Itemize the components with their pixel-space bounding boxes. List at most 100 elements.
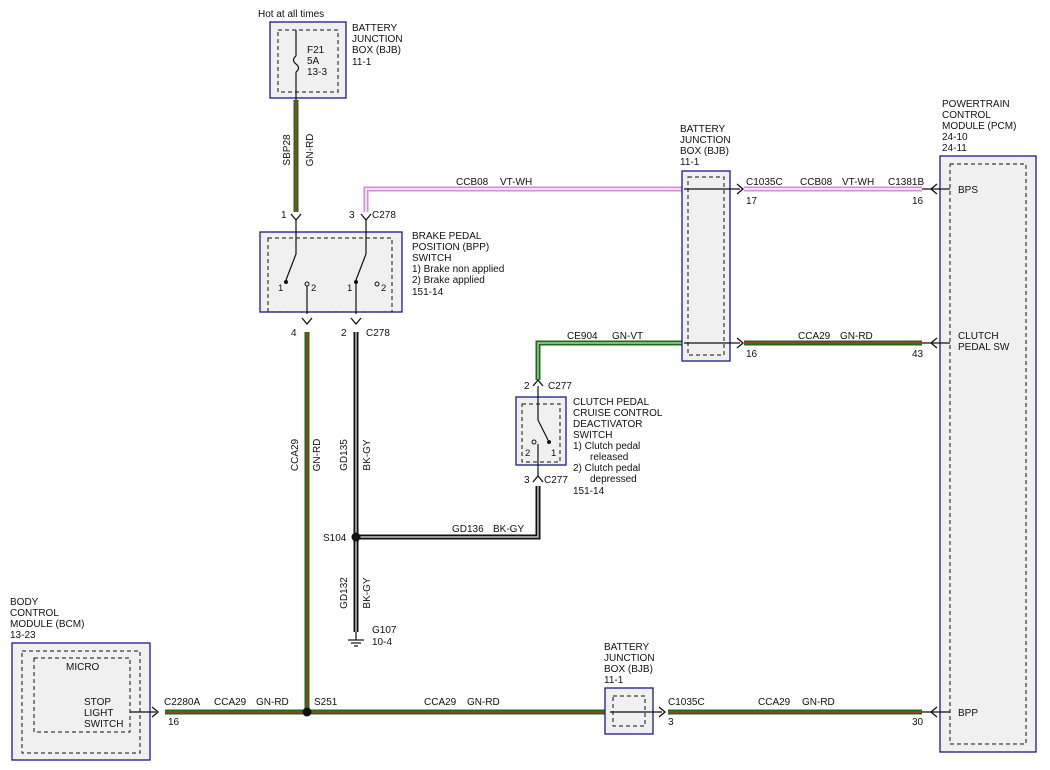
clutch-name-1: CLUTCH PEDAL bbox=[573, 397, 650, 408]
wire-ccb08-b-circuit: CCB08 bbox=[800, 177, 833, 188]
pcm-pin-bps: BPS bbox=[958, 185, 978, 196]
bpp-pin-label-2b: 2 bbox=[381, 283, 386, 294]
pcm-name-3: MODULE (PCM) bbox=[942, 121, 1016, 132]
bpp-name-2: POSITION (BPP) bbox=[412, 242, 489, 253]
clutch-note-2: released bbox=[590, 452, 628, 463]
fuse-id: F21 bbox=[307, 45, 325, 56]
wire-cca29-bot-b-color: GN-RD bbox=[802, 697, 835, 708]
splice-s104-dot bbox=[351, 532, 361, 542]
bcm-pin-3: SWITCH bbox=[84, 719, 123, 730]
wire-cca29-bot-a-color: GN-RD bbox=[467, 697, 500, 708]
bpp-note-1: 1) Brake non applied bbox=[412, 264, 504, 275]
bjb-mid-name-2: JUNCTION bbox=[680, 135, 731, 146]
clutch-note-3: 2) Clutch pedal bbox=[573, 463, 640, 474]
bjb-bottom-pin-3: 3 bbox=[668, 717, 674, 728]
bjb-bottom-name-4: 11-1 bbox=[604, 675, 624, 686]
clutch-note-1: 1) Clutch pedal bbox=[573, 441, 640, 452]
wire-cca29-bcm-color: GN-RD bbox=[256, 697, 289, 708]
connector-c277-bottom: C277 bbox=[544, 475, 568, 486]
connector-c277-top: C277 bbox=[548, 381, 572, 392]
bpp-pin-1: 1 bbox=[281, 210, 287, 221]
wire-cca29-pcm-circuit: CCA29 bbox=[798, 331, 831, 342]
wire-ccb08-b-color: VT-WH bbox=[842, 177, 874, 188]
pcm-name-2: CONTROL bbox=[942, 110, 991, 121]
bjb-bottom: BATTERY JUNCTION BOX (BJB) 11-1 bbox=[604, 642, 667, 735]
clutch-pin-label-2: 2 bbox=[525, 448, 530, 459]
pcm-pin-16: 16 bbox=[912, 196, 924, 207]
pcm-pin-clutch-1: CLUTCH bbox=[958, 331, 999, 342]
bjb-top-name-2: JUNCTION bbox=[352, 34, 403, 45]
wire-ce904-color: GN-VT bbox=[612, 331, 643, 342]
connector-c1381b: C1381B bbox=[888, 177, 924, 188]
bpp-name-3: SWITCH bbox=[412, 253, 451, 264]
wire-ce904 bbox=[535, 340, 684, 380]
pcm-pin-30: 30 bbox=[912, 717, 924, 728]
wire-cca29-vert-color: GN-RD bbox=[312, 439, 323, 472]
wire-cca29-vert-circuit: CCA29 bbox=[290, 438, 301, 471]
bjb-top-name-1: BATTERY bbox=[352, 23, 398, 34]
wire-cca29-bot-b-circuit: CCA29 bbox=[758, 697, 791, 708]
wire-sbp28-circuit: SBP28 bbox=[282, 134, 293, 166]
wire-ccb08-a-circuit: CCB08 bbox=[456, 177, 489, 188]
pcm-name-1: POWERTRAIN bbox=[942, 99, 1010, 110]
bpp-pin-label-1a: 1 bbox=[278, 283, 283, 294]
connector-c278-top: C278 bbox=[372, 210, 396, 221]
clutch-switch: 2 1 CLUTCH PEDAL CRUISE CONTROL DEACTIVA… bbox=[515, 378, 663, 497]
bcm-pin-1: STOP bbox=[84, 697, 111, 708]
bpp-pin-2: 2 bbox=[341, 328, 347, 339]
ground-symbol bbox=[348, 632, 364, 647]
bpp-pin-label-1b: 1 bbox=[347, 283, 352, 294]
bjb-pin-17: 17 bbox=[746, 196, 758, 207]
bpp-pin-4: 4 bbox=[291, 328, 297, 339]
splice-s251-dot bbox=[302, 707, 312, 717]
bjb-bottom-name-3: BOX (BJB) bbox=[604, 664, 653, 675]
bcm-pin-2: LIGHT bbox=[84, 708, 113, 719]
wire-gd136-color: BK-GY bbox=[493, 524, 524, 535]
bpp-pin-3: 3 bbox=[349, 210, 355, 221]
wire-gd132-color: BK-GY bbox=[362, 577, 373, 608]
wire-gd135-color: BK-GY bbox=[362, 439, 373, 470]
clutch-note-4: depressed bbox=[590, 474, 637, 485]
bjb-mid-name-1: BATTERY bbox=[680, 124, 726, 135]
wire-gd135-circuit: GD135 bbox=[339, 439, 350, 471]
fuse-rating: 5A bbox=[307, 56, 320, 67]
wiring-diagram: F21 5A 13-3 Hot at all times BATTERY JUN… bbox=[10, 9, 1037, 761]
bcm-module: BODY CONTROL MODULE (BCM) 13-23 MICRO ST… bbox=[10, 597, 160, 761]
wire-ccb08-a-color: VT-WH bbox=[500, 177, 532, 188]
bjb-bottom-name-1: BATTERY bbox=[604, 642, 650, 653]
wire-ce904-circuit: CE904 bbox=[567, 331, 598, 342]
splice-s251: S251 bbox=[314, 697, 338, 708]
splice-s104: S104 bbox=[323, 533, 347, 544]
bjb-mid-name-3: BOX (BJB) bbox=[680, 146, 729, 157]
ground-ref: 10-4 bbox=[372, 637, 392, 648]
bcm-name-2: CONTROL bbox=[10, 608, 59, 619]
pcm-pin-bpp: BPP bbox=[958, 708, 978, 719]
bpp-switch: 1 2 1 2 BRAKE PEDAL POSITION (BPP) SWITC… bbox=[259, 213, 504, 326]
bjb-bottom-name-2: JUNCTION bbox=[604, 653, 655, 664]
pcm-pin-clutch-2: PEDAL SW bbox=[958, 342, 1010, 353]
wire-cca29-bot-a-circuit: CCA29 bbox=[424, 697, 457, 708]
bpp-pin-label-2a: 2 bbox=[311, 283, 316, 294]
wire-gd136-circuit: GD136 bbox=[452, 524, 484, 535]
bjb-top-name-3: BOX (BJB) bbox=[352, 45, 401, 56]
connector-c1035c-top: C1035C bbox=[746, 177, 783, 188]
wire-sbp28-color: GN-RD bbox=[305, 134, 316, 167]
bjb-mid-name-4: 11-1 bbox=[680, 157, 700, 168]
wire-gd132-circuit: GD132 bbox=[339, 577, 350, 609]
pcm-name-5: 24-11 bbox=[942, 143, 967, 154]
clutch-pin-3: 3 bbox=[524, 475, 530, 486]
bcm-name-3: MODULE (BCM) bbox=[10, 619, 84, 630]
bcm-micro: MICRO bbox=[66, 662, 100, 673]
connector-c2280a: C2280A bbox=[164, 697, 200, 708]
bpp-note-2: 2) Brake applied bbox=[412, 275, 485, 286]
wire-cca29-bcm-circuit: CCA29 bbox=[214, 697, 247, 708]
clutch-name-3: DEACTIVATOR bbox=[573, 419, 642, 430]
pcm-module: POWERTRAIN CONTROL MODULE (PCM) 24-10 24… bbox=[922, 99, 1037, 753]
bpp-note-3: 151-14 bbox=[412, 287, 444, 298]
bjb-top: F21 5A 13-3 Hot at all times BATTERY JUN… bbox=[258, 9, 403, 100]
clutch-note-5: 151-14 bbox=[573, 486, 605, 497]
bjb-pin-16: 16 bbox=[746, 349, 758, 360]
connector-c278-bottom: C278 bbox=[366, 328, 390, 339]
wire-cca29-pcm-color: GN-RD bbox=[840, 331, 873, 342]
pcm-pin-43: 43 bbox=[912, 349, 924, 360]
